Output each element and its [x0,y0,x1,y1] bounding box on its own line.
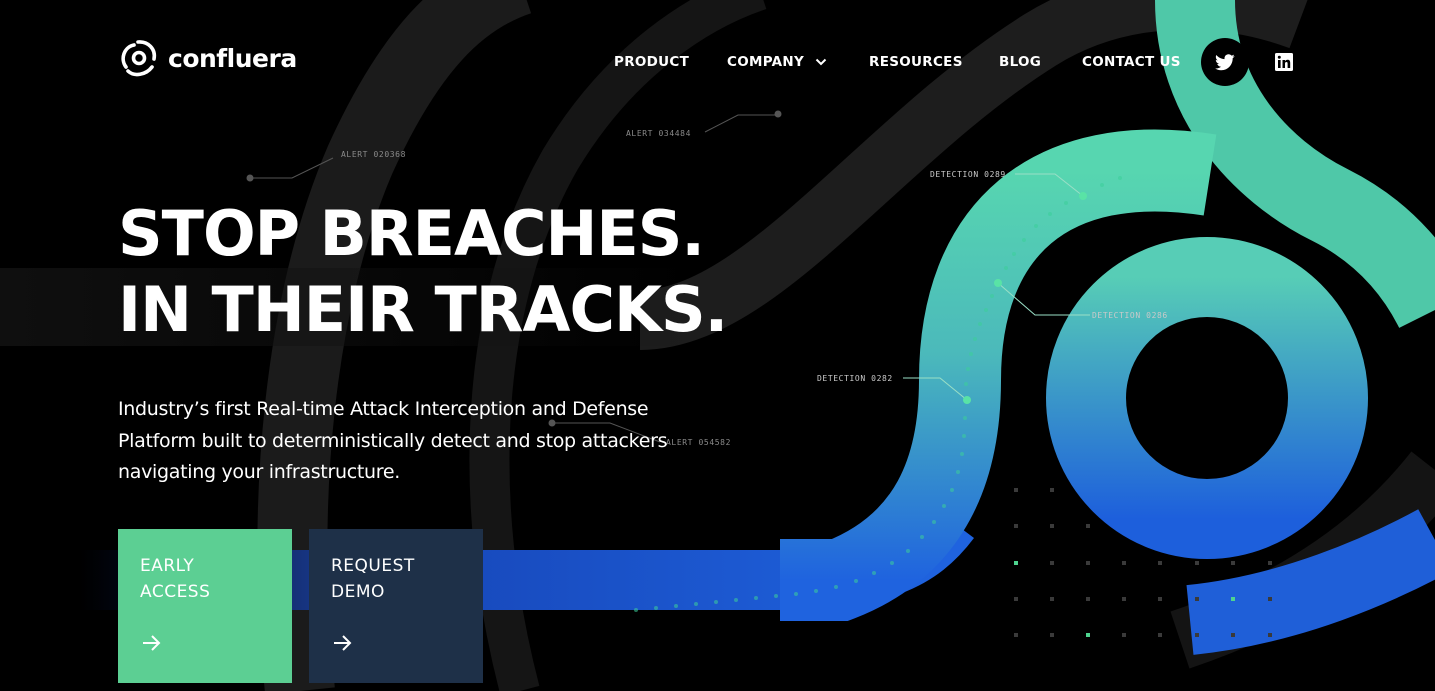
linkedin-icon [1275,53,1293,71]
alert-label: ALERT 034484 [626,129,691,138]
nav-item-contact-us[interactable]: CONTACT US [1082,54,1181,70]
linkedin-link[interactable] [1260,38,1308,86]
headline-line: STOP BREACHES. [118,197,705,270]
twitter-icon [1215,53,1235,70]
hero-headline: STOP BREACHES. IN THEIR TRACKS. [118,196,728,348]
request-demo-label: REQUEST DEMO [331,556,415,602]
detection-label: DETECTION 0282 [817,374,893,383]
alert-label: ALERT 020368 [341,150,406,159]
nav-item-blog[interactable]: BLOG [999,54,1041,70]
arrow-right-icon [143,635,161,651]
brand-logo[interactable]: confluera [118,37,297,79]
landing-page: ALERT 020368 ALERT 034484 ALERT 054582 D… [0,0,1435,691]
early-access-label: EARLY ACCESS [140,556,211,602]
arrow-right-icon [334,635,352,651]
chevron-down-icon[interactable] [815,56,827,68]
nav-item-company[interactable]: COMPANY [727,54,804,70]
confluera-logo-icon [121,40,157,77]
detection-label: DETECTION 0286 [1092,311,1168,320]
request-demo-button[interactable]: REQUEST DEMO [309,529,483,683]
headline-line: IN THEIR TRACKS. [118,273,728,346]
brand-name: confluera [168,43,297,73]
nav-item-product[interactable]: PRODUCT [614,54,689,70]
early-access-button[interactable]: EARLY ACCESS [118,529,292,683]
nav-item-resources[interactable]: RESOURCES [869,54,963,70]
hero-description: Industry’s first Real-time Attack Interc… [118,398,668,483]
detection-label: DETECTION 0289 [930,170,1006,179]
twitter-link[interactable] [1201,38,1249,86]
